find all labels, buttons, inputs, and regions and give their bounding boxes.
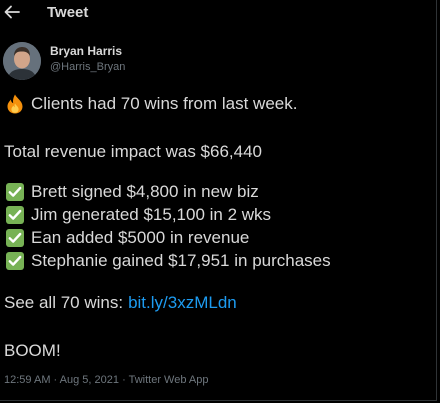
win-text: Jim generated $15,100 in 2 wks xyxy=(31,205,272,224)
check-mark-button-icon xyxy=(4,205,26,225)
check-mark-button-icon xyxy=(4,228,26,248)
tweet-line: See all 70 wins: bit.ly/3xzMLdn xyxy=(4,293,237,313)
win-item: Ean added $5000 in revenue xyxy=(4,228,249,248)
author-handle[interactable]: @Harris_Bryan xyxy=(50,61,125,73)
see-all-text: See all 70 wins: xyxy=(4,293,124,312)
win-item: Jim generated $15,100 in 2 wks xyxy=(4,205,271,225)
avatar[interactable] xyxy=(3,42,41,80)
tweet-line: Total revenue impact was $66,440 xyxy=(4,142,262,162)
win-text: Stephanie gained $17,951 in purchases xyxy=(31,251,331,270)
author-name[interactable]: Bryan Harris xyxy=(50,44,122,58)
page-title: Tweet xyxy=(47,4,89,21)
tweet-line: Clients had 70 wins from last week. xyxy=(4,94,297,114)
win-item: Brett signed $4,800 in new biz xyxy=(4,182,259,202)
tweet-date[interactable]: Aug 5, 2021 xyxy=(60,374,119,386)
check-mark-button-icon xyxy=(4,182,26,202)
tweet-text-line1: Clients had 70 wins from last week. xyxy=(31,94,298,113)
meta-separator: · xyxy=(53,374,58,386)
win-text: Brett signed $4,800 in new biz xyxy=(31,182,259,201)
check-mark-button-icon xyxy=(4,251,26,271)
top-bar: Tweet xyxy=(0,0,437,26)
back-button[interactable] xyxy=(3,3,21,21)
meta-separator: · xyxy=(122,374,126,386)
see-all-link[interactable]: bit.ly/3xzMLdn xyxy=(128,293,237,313)
closing-text: BOOM! xyxy=(4,341,61,360)
tweet-text-line2: Total revenue impact was $66,440 xyxy=(4,142,262,161)
avatar-photo xyxy=(3,42,41,80)
tweet-time[interactable]: 12:59 AM xyxy=(4,374,50,386)
win-item: Stephanie gained $17,951 in purchases xyxy=(4,251,331,271)
tweet-meta: 12:59 AM · Aug 5, 2021 · Twitter Web App xyxy=(4,374,209,386)
win-text: Ean added $5000 in revenue xyxy=(31,228,250,247)
tweet-line: BOOM! xyxy=(4,341,61,361)
fire-icon xyxy=(4,94,26,114)
arrow-left-icon xyxy=(4,5,20,19)
tweet-source[interactable]: Twitter Web App xyxy=(129,374,209,386)
